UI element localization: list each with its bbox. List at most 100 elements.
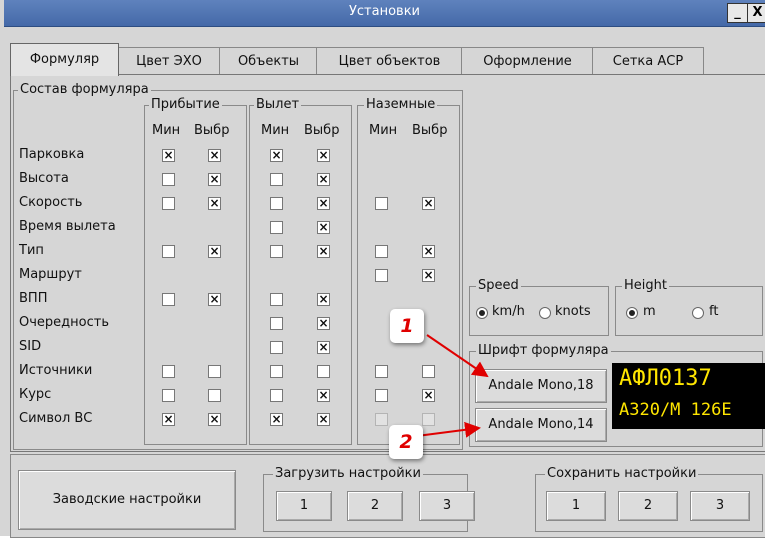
tab-asr-grid[interactable]: Сетка АСР <box>592 47 704 75</box>
formular-checkbox[interactable]: × <box>162 149 175 162</box>
formular-checkbox[interactable] <box>375 197 388 210</box>
formular-checkbox[interactable] <box>208 389 221 402</box>
tab-objects[interactable]: Объекты <box>219 47 318 75</box>
formular-checkbox[interactable]: × <box>317 197 330 210</box>
formular-checkbox[interactable]: × <box>317 173 330 186</box>
minimize-button[interactable]: _ <box>727 3 748 23</box>
row-label: Курс <box>19 387 52 402</box>
tab-formular[interactable]: Формуляр <box>10 43 119 76</box>
formular-checkbox[interactable] <box>270 317 283 330</box>
formular-checkbox[interactable]: × <box>270 413 283 426</box>
formular-checkbox[interactable]: × <box>208 173 221 186</box>
row-label: Источники <box>19 363 93 378</box>
ground-sel-header: Выбр <box>412 123 448 138</box>
preview-callsign: АФЛ0137 <box>619 366 712 391</box>
load-slot-3-button[interactable]: 3 <box>419 491 475 521</box>
speed-knots-radio[interactable] <box>539 307 551 319</box>
load-slot-2-button[interactable]: 2 <box>347 491 403 521</box>
arrival-min-header: Мин <box>152 123 181 138</box>
settings-window: Установки _ X Формуляр Цвет ЭХО Объекты … <box>0 0 765 538</box>
height-m-radio[interactable] <box>626 307 638 319</box>
formular-checkbox[interactable]: × <box>317 293 330 306</box>
row-label: Символ ВС <box>19 411 93 426</box>
formular-checkbox[interactable]: × <box>317 221 330 234</box>
formular-checkbox[interactable] <box>162 245 175 258</box>
tab-echo-color[interactable]: Цвет ЭХО <box>117 47 221 75</box>
formular-checkbox[interactable] <box>270 341 283 354</box>
formular-checkbox[interactable]: × <box>317 317 330 330</box>
title-bar[interactable]: Установки _ X <box>4 0 765 27</box>
save-settings-group: Сохранить настройки 1 2 3 <box>535 466 763 532</box>
formular-checkbox[interactable]: × <box>270 149 283 162</box>
formular-checkbox[interactable] <box>208 365 221 378</box>
formular-checkbox[interactable]: × <box>317 389 330 402</box>
row-label: Высота <box>19 171 69 186</box>
formular-checkbox[interactable] <box>270 389 283 402</box>
formular-checkbox <box>422 413 435 426</box>
formular-checkbox[interactable] <box>162 365 175 378</box>
ground-min-header: Мин <box>369 123 398 138</box>
formular-checkbox[interactable]: × <box>208 245 221 258</box>
preview-type-line: А320/М 126Е <box>619 400 732 420</box>
load-settings-group: Загрузить настройки 1 2 3 <box>263 466 475 532</box>
formular-checkbox[interactable] <box>375 389 388 402</box>
formular-checkbox[interactable]: × <box>317 341 330 354</box>
formular-checkbox[interactable] <box>270 365 283 378</box>
row-label: Скорость <box>19 195 83 210</box>
formular-checkbox[interactable] <box>375 365 388 378</box>
tab-appearance[interactable]: Оформление <box>461 47 594 75</box>
formular-checkbox[interactable] <box>162 173 175 186</box>
formular-checkbox[interactable] <box>162 389 175 402</box>
speed-knots-label: knots <box>555 304 591 319</box>
formular-checkbox[interactable] <box>375 245 388 258</box>
formular-checkbox[interactable]: × <box>317 413 330 426</box>
formular-checkbox[interactable]: × <box>422 197 435 210</box>
load-slot-1-button[interactable]: 1 <box>276 491 332 521</box>
arrival-title: Прибытие <box>149 97 222 113</box>
font-small-button[interactable]: Andale Mono,14 <box>475 408 607 442</box>
formular-checkbox[interactable] <box>270 245 283 258</box>
formular-checkbox[interactable] <box>317 365 330 378</box>
departure-sel-header: Выбр <box>304 123 340 138</box>
ground-group: Наземные <box>357 97 460 445</box>
arrival-group: Прибытие <box>144 97 247 445</box>
speed-kmh-radio[interactable] <box>476 307 488 319</box>
formular-checkbox[interactable]: × <box>162 413 175 426</box>
formular-checkbox[interactable]: × <box>208 197 221 210</box>
load-settings-title: Загрузить настройки <box>273 466 423 482</box>
formular-checkbox[interactable]: × <box>422 245 435 258</box>
formular-checkbox[interactable]: × <box>317 245 330 258</box>
formular-checkbox[interactable] <box>422 365 435 378</box>
formular-checkbox[interactable] <box>270 221 283 234</box>
formular-checkbox[interactable]: × <box>208 149 221 162</box>
formular-checkbox[interactable]: × <box>208 293 221 306</box>
height-ft-radio[interactable] <box>692 307 704 319</box>
formular-checkbox[interactable] <box>162 293 175 306</box>
callout-1: 1 <box>390 309 424 343</box>
row-label: Маршрут <box>19 267 82 282</box>
save-slot-3-button[interactable]: 3 <box>690 491 750 521</box>
formular-checkbox[interactable]: × <box>317 149 330 162</box>
formular-checkbox[interactable]: × <box>422 389 435 402</box>
arrival-sel-header: Выбр <box>194 123 230 138</box>
formular-checkbox[interactable] <box>270 197 283 210</box>
formular-checkbox[interactable]: × <box>422 269 435 282</box>
factory-settings-button[interactable]: Заводские настройки <box>18 470 236 530</box>
save-settings-title: Сохранить настройки <box>545 466 699 482</box>
font-preview: АФЛ0137 А320/М 126Е <box>612 363 765 429</box>
tab-object-colors[interactable]: Цвет объектов <box>316 47 463 75</box>
formular-checkbox[interactable] <box>375 269 388 282</box>
ground-title: Наземные <box>364 97 438 113</box>
formular-checkbox[interactable] <box>270 293 283 306</box>
row-label: SID <box>19 339 42 354</box>
formular-checkbox[interactable] <box>270 173 283 186</box>
close-button[interactable]: X <box>747 3 765 23</box>
row-label: Время вылета <box>19 219 116 234</box>
height-m-label: m <box>643 304 656 319</box>
save-slot-1-button[interactable]: 1 <box>546 491 606 521</box>
save-slot-2-button[interactable]: 2 <box>618 491 678 521</box>
formular-checkbox[interactable]: × <box>208 413 221 426</box>
row-label: Тип <box>19 243 44 258</box>
formular-checkbox[interactable] <box>162 197 175 210</box>
font-large-button[interactable]: Andale Mono,18 <box>475 369 607 403</box>
